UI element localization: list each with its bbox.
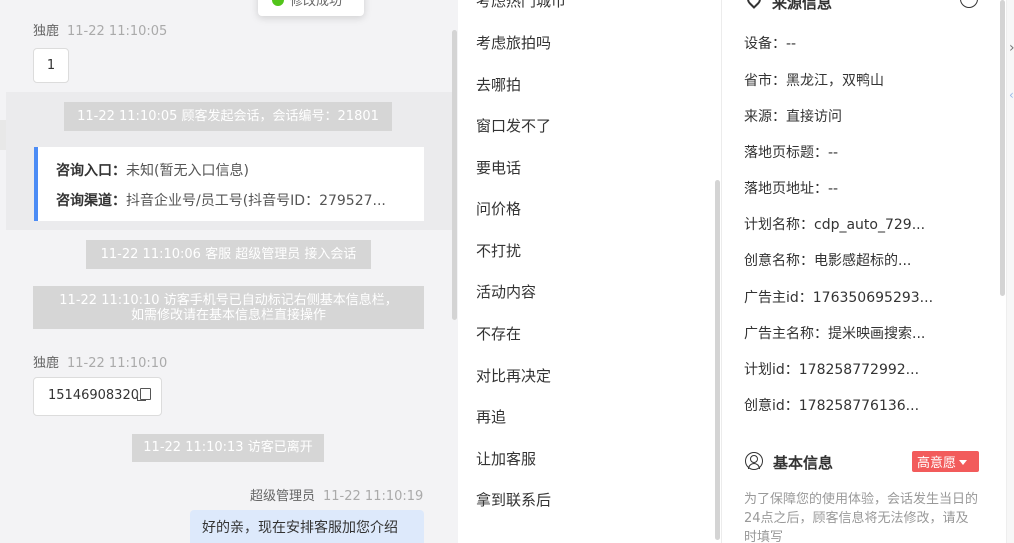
source-field-creative-name: 创意名称：电影感超标的... [744,253,912,269]
system-line: 如需修改请在基本信息栏直接操作 [130,308,326,323]
source-field-advertiser-id: 广告主id：176350695293... [744,290,934,306]
system-message: 11-22 11:10:06 客服 超级管理员 接入会话 [86,240,371,269]
consult-channel-label: 咨询渠道： [56,193,126,209]
reason-item[interactable]: 要电话 [476,157,521,178]
system-message-multiline: 11-22 11:10:10 访客手机号已自动标记右侧基本信息栏， 如需修改请在… [33,286,424,329]
consult-channel-row: 咨询渠道：抖音企业号/员工号(抖音号ID：279527... [56,190,416,210]
edge-chevron-icon[interactable]: ‹ [1009,88,1014,102]
toast-text: 修改成功 [290,0,343,9]
reason-item[interactable]: 让加客服 [476,448,536,469]
reason-item[interactable]: 考虑热门城市 [476,0,566,11]
right-edge-strip [1006,0,1014,543]
reason-item[interactable]: 问价格 [476,198,521,219]
source-field-creative-id: 创意id：178258776136... [744,398,920,414]
reason-item[interactable]: 考虑旅拍吗 [476,32,551,53]
source-field-city: 省市：黑龙江，双鸭山 [744,73,884,89]
source-field-origin: 来源：直接访问 [744,109,842,125]
basic-info-title: 基本信息 [773,454,834,472]
source-field-device: 设备：-- [744,36,797,52]
source-field-advertiser-name: 广告主名称：提米映画搜索... [744,326,926,342]
consult-info-card: 咨询入口：未知(暂无入口信息) 咨询渠道：抖音企业号/员工号(抖音号ID：279… [34,147,424,221]
success-icon [272,0,284,6]
system-message: 11-22 11:10:13 访客已离开 [132,434,324,462]
reason-item[interactable]: 拿到联系后 [476,489,551,510]
user-circle-icon [745,452,763,470]
shield-icon[interactable] [960,0,978,8]
location-pin-icon [744,0,764,9]
message-time: 11-22 11:10:10 [67,356,168,371]
reason-item[interactable]: 对比再决定 [476,365,551,386]
consult-channel-value: 抖音企业号/员工号(抖音号ID：279527... [126,193,386,209]
info-panel: 来源信息 设备：-- 省市：黑龙江，双鸭山 来源：直接访问 落地页标题：-- 落… [722,0,1014,543]
message-meta: 独鹿 11-22 11:10:05 [33,20,167,39]
phone-number: 15146908320 [48,388,139,403]
source-field-landing-url: 落地页地址：-- [744,181,839,197]
source-field-plan-id: 计划id：178258772992... [744,362,920,378]
reason-item[interactable]: 不打扰 [476,240,521,261]
source-field-landing-title: 落地页标题：-- [744,145,839,161]
success-toast: 修改成功 [258,0,364,16]
message-meta: 独鹿 11-22 11:10:10 [33,352,167,371]
consult-entry-row: 咨询入口：未知(暂无入口信息) [56,160,416,180]
reason-list-panel: 考虑热门城市 考虑旅拍吗 去哪拍 窗口发不了 要电话 问价格 不打扰 活动内容 … [458,0,722,543]
message-bubble: 1 [33,48,69,83]
sender-name: 独鹿 [33,356,60,371]
consult-entry-label: 咨询入口： [56,163,126,179]
source-field-plan-name: 计划名称：cdp_auto_729... [744,217,926,233]
chat-scrollbar[interactable] [452,30,457,320]
app-root: 独鹿 11-22 11:10:05 1 11-22 11:10:05 顾客发起会话… [0,0,1014,543]
intent-tag-dropdown[interactable]: 高意愿 [912,451,979,472]
sender-name: 独鹿 [33,24,60,39]
agent-message-bubble: 好的亲，现在安排客服加您介绍 [190,510,424,543]
edit-deadline-note: 为了保障您的使用体验，会话发生当日的24点之后，顾客信息将无法修改，请及时填写 [744,492,979,543]
message-bubble: 15146908320 [33,377,162,416]
message-meta: 超级管理员 11-22 11:10:19 [250,485,423,504]
chat-transcript: 独鹿 11-22 11:10:05 1 11-22 11:10:05 顾客发起会话… [0,0,452,543]
reason-item[interactable]: 去哪拍 [476,74,521,95]
info-panel-scrollbar[interactable] [1000,0,1005,296]
system-line: 11-22 11:10:10 访客手机号已自动标记右侧基本信息栏， [59,293,398,308]
chat-panel: 独鹿 11-22 11:10:05 1 11-22 11:10:05 顾客发起会话… [0,0,458,543]
source-info-title: 来源信息 [772,0,833,12]
collapse-arrow-icon[interactable]: › [1009,40,1014,56]
reason-item[interactable]: 窗口发不了 [476,115,551,136]
caret-down-icon [959,460,968,465]
message-time: 11-22 11:10:05 [67,24,168,39]
consult-entry-value: 未知(暂无入口信息) [126,163,249,179]
reason-list-scrollbar[interactable] [715,180,720,540]
system-message: 11-22 11:10:05 顾客发起会话，会话编号：21801 [64,102,392,131]
copy-icon[interactable] [136,388,151,401]
reason-item[interactable]: 活动内容 [476,281,536,302]
sender-name: 超级管理员 [250,489,316,504]
reason-item[interactable]: 再追 [476,406,506,427]
reason-item[interactable]: 不存在 [476,323,521,344]
message-time: 11-22 11:10:19 [323,489,424,504]
intent-tag-label: 高意愿 [917,456,957,471]
